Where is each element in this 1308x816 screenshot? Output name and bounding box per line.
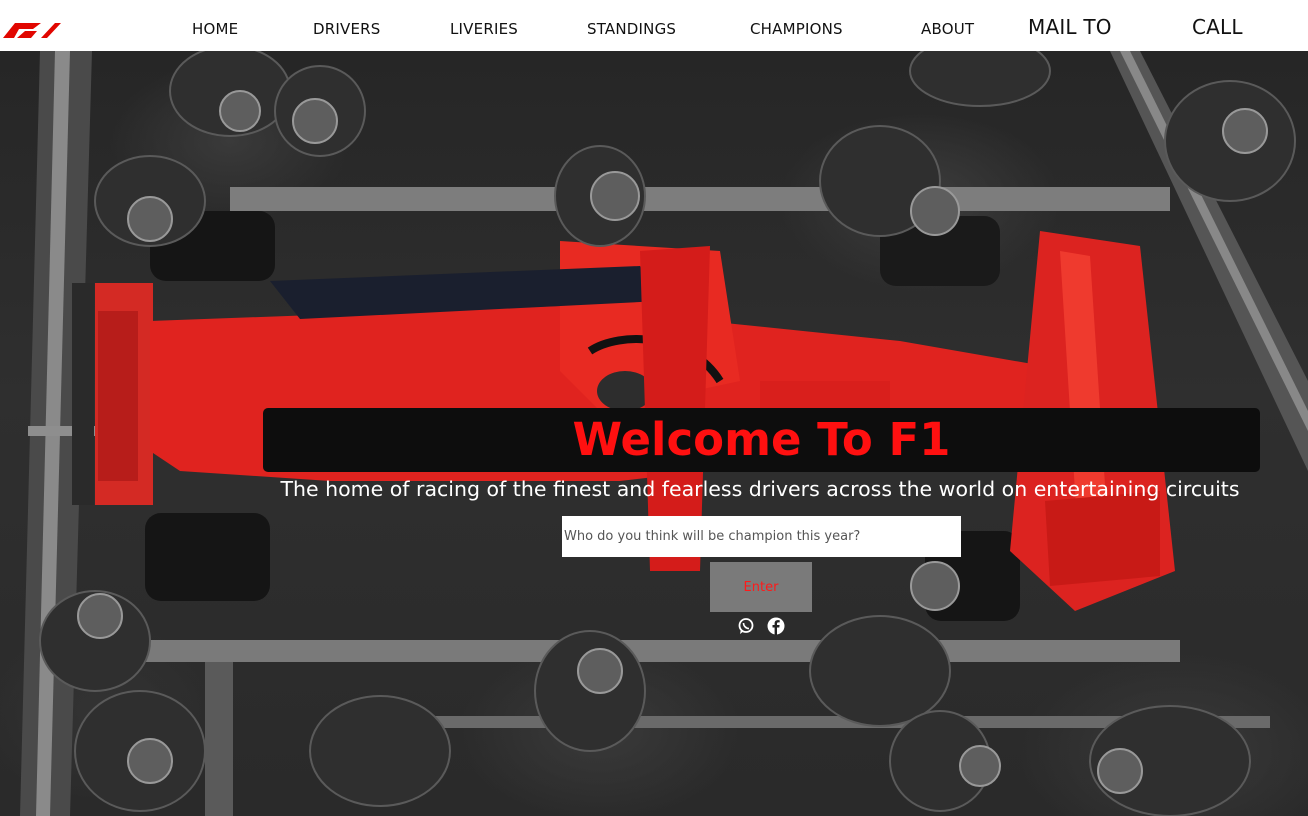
nav-about[interactable]: ABOUT xyxy=(921,20,974,38)
nav-mail-to[interactable]: MAIL TO xyxy=(1028,15,1112,39)
welcome-title: Welcome To F1 xyxy=(572,413,951,466)
whatsapp-icon[interactable] xyxy=(737,617,755,635)
welcome-banner: Welcome To F1 xyxy=(263,408,1260,472)
nav-drivers[interactable]: DRIVERS xyxy=(313,20,380,38)
hero-subtitle: The home of racing of the finest and fea… xyxy=(280,477,1240,501)
facebook-icon[interactable] xyxy=(767,617,785,635)
nav-standings[interactable]: STANDINGS xyxy=(587,20,676,38)
nav-liveries[interactable]: LIVERIES xyxy=(450,20,518,38)
hero-section: Welcome To F1 The home of racing of the … xyxy=(0,51,1308,816)
champion-guess-input[interactable] xyxy=(562,516,961,557)
nav-champions[interactable]: CHAMPIONS xyxy=(750,20,843,38)
nav-call[interactable]: CALL xyxy=(1192,15,1243,39)
top-navbar: HOME DRIVERS LIVERIES STANDINGS CHAMPION… xyxy=(0,0,1308,51)
nav-home[interactable]: HOME xyxy=(192,20,238,38)
f1-logo[interactable] xyxy=(3,20,61,38)
enter-button[interactable]: Enter xyxy=(710,562,812,612)
